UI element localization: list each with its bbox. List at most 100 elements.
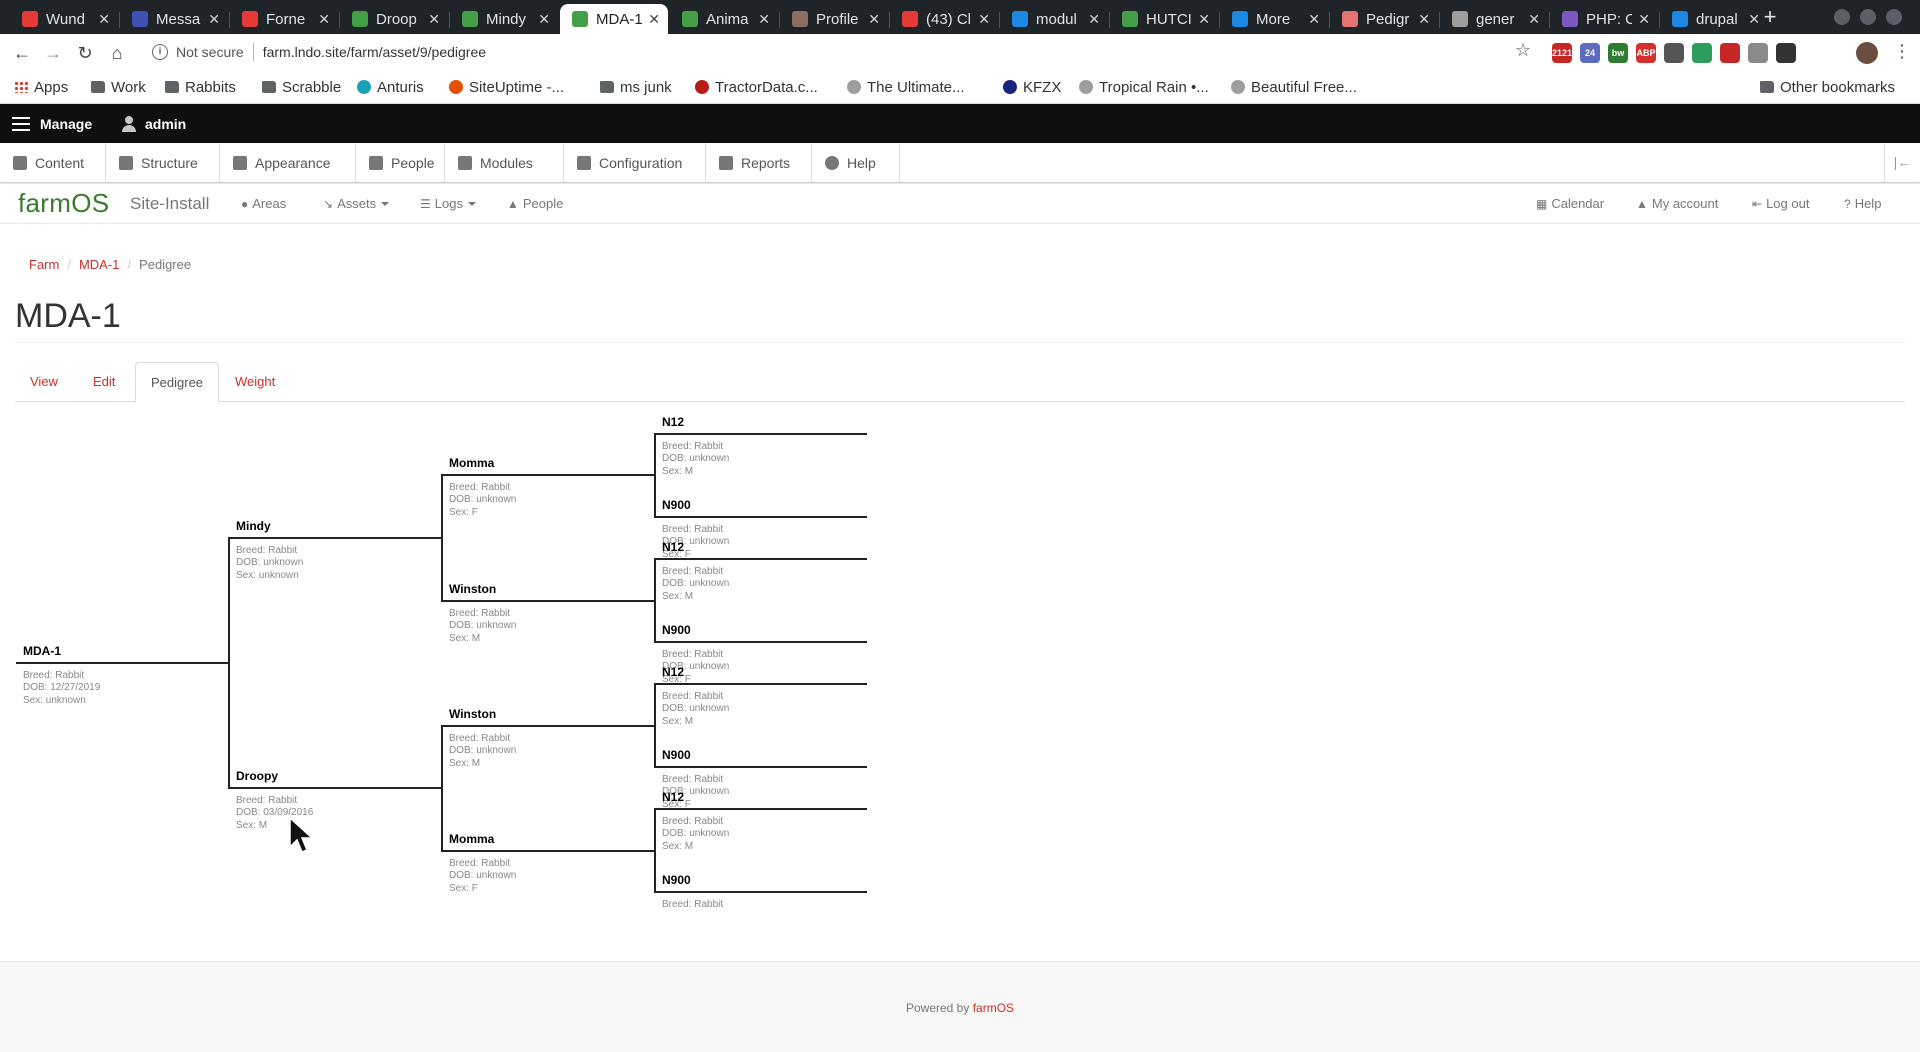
tray-item-help[interactable]: Help [812, 143, 900, 182]
breadcrumb-farm[interactable]: Farm [29, 257, 59, 272]
close-tab-icon[interactable]: ✕ [868, 11, 880, 28]
bookmark-item[interactable]: Tropical Rain •... [1079, 76, 1209, 98]
manage-button[interactable]: Manage [12, 104, 92, 143]
animal-name[interactable]: Winston [449, 707, 496, 721]
bookmark-item[interactable]: Work [91, 76, 146, 98]
home-icon[interactable]: ⌂ [104, 40, 130, 66]
animal-name[interactable]: N900 [662, 498, 691, 512]
nav-my-account[interactable]: ▲ My account [1636, 196, 1718, 211]
browser-tab[interactable]: MDA-1 ✕ [560, 4, 668, 34]
close-tab-icon[interactable]: ✕ [758, 11, 770, 28]
browser-tab[interactable]: gener ✕ [1440, 4, 1548, 34]
close-tab-icon[interactable]: ✕ [1308, 11, 1320, 28]
close-tab-icon[interactable]: ✕ [1198, 11, 1210, 28]
nav-areas[interactable]: ● Areas [241, 196, 286, 211]
animal-name[interactable]: N900 [662, 873, 691, 887]
extension-icon[interactable] [1664, 43, 1684, 63]
tray-item-appearance[interactable]: Appearance [220, 143, 356, 182]
browser-tab[interactable]: modul ✕ [1000, 4, 1108, 34]
animal-name[interactable]: Winston [449, 582, 496, 596]
animal-name[interactable]: N12 [662, 540, 684, 554]
close-tab-icon[interactable]: ✕ [1528, 11, 1540, 28]
reload-icon[interactable]: ↻ [72, 40, 98, 66]
tab-pedigree[interactable]: Pedigree [135, 362, 220, 403]
nav-log-out[interactable]: ⇤ Log out [1752, 196, 1809, 211]
bookmark-item[interactable]: Apps [14, 76, 68, 98]
extension-icon[interactable]: 24 [1580, 43, 1600, 63]
animal-name[interactable]: Mindy [236, 519, 271, 533]
extension-icon[interactable]: ABP [1636, 43, 1656, 63]
animal-name[interactable]: N12 [662, 415, 684, 429]
forward-icon[interactable]: → [40, 40, 66, 66]
nav-assets[interactable]: ↘ Assets [323, 196, 390, 211]
site-info-icon[interactable]: i [152, 44, 168, 60]
browser-tab[interactable]: drupal ✕ [1660, 4, 1768, 34]
browser-tab[interactable]: PHP: C ✕ [1550, 4, 1658, 34]
close-tab-icon[interactable]: ✕ [648, 11, 660, 28]
bookmark-item[interactable]: Anturis [357, 76, 424, 98]
animal-name[interactable]: Momma [449, 456, 494, 470]
close-tab-icon[interactable]: ✕ [428, 11, 440, 28]
animal-name[interactable]: N12 [662, 790, 684, 804]
bookmark-item[interactable]: Other bookmarks [1760, 76, 1895, 98]
browser-tab[interactable]: More ✕ [1220, 4, 1328, 34]
browser-menu-icon[interactable]: ⋮ [1893, 41, 1911, 62]
browser-tab[interactable]: Mindy ✕ [450, 4, 558, 34]
tray-item-structure[interactable]: Structure [106, 143, 220, 182]
profile-avatar[interactable] [1856, 42, 1878, 64]
animal-name[interactable]: Droopy [236, 769, 278, 783]
animal-name[interactable]: MDA-1 [23, 644, 61, 658]
bookmark-item[interactable]: The Ultimate... [847, 76, 965, 98]
new-tab-button[interactable]: + [1758, 4, 1782, 30]
extension-icon[interactable] [1692, 43, 1712, 63]
back-icon[interactable]: ← [9, 40, 35, 66]
browser-tab[interactable]: Anima ✕ [670, 4, 778, 34]
browser-tab[interactable]: (43) Cl ✕ [890, 4, 998, 34]
close-tab-icon[interactable]: ✕ [318, 11, 330, 28]
bookmark-item[interactable]: Beautiful Free... [1231, 76, 1357, 98]
close-tab-icon[interactable]: ✕ [1418, 11, 1430, 28]
bookmark-star-icon[interactable]: ☆ [1515, 40, 1531, 61]
browser-tab[interactable]: Pedigr ✕ [1330, 4, 1438, 34]
extension-icon[interactable] [1720, 43, 1740, 63]
bookmark-item[interactable]: TractorData.c... [695, 76, 818, 98]
url-text[interactable]: farm.lndo.site/farm/asset/9/pedigree [263, 44, 486, 60]
tab-edit[interactable]: Edit [78, 362, 130, 402]
browser-tab[interactable]: Messa ✕ [120, 4, 228, 34]
tray-item-configuration[interactable]: Configuration [564, 143, 706, 182]
nav-logs[interactable]: ☰ Logs [420, 196, 476, 211]
close-tab-icon[interactable]: ✕ [978, 11, 990, 28]
bookmark-item[interactable]: ms junk [600, 76, 672, 98]
tray-orientation-icon[interactable]: |← [1884, 143, 1920, 182]
animal-name[interactable]: Momma [449, 832, 494, 846]
animal-name[interactable]: N900 [662, 748, 691, 762]
address-bar[interactable]: i Not secure farm.lndo.site/farm/asset/9… [140, 38, 1520, 66]
breadcrumb-asset[interactable]: MDA-1 [79, 257, 119, 272]
bookmark-item[interactable]: KFZX [1003, 76, 1061, 98]
extension-icon[interactable] [1748, 43, 1768, 63]
footer-farmos-link[interactable]: farmOS [973, 1001, 1014, 1015]
minimize-window-button[interactable] [1834, 9, 1850, 25]
nav-help[interactable]: ? Help [1844, 196, 1881, 211]
tab-view[interactable]: View [15, 362, 73, 402]
maximize-window-button[interactable] [1860, 9, 1876, 25]
bookmark-item[interactable]: Scrabble [262, 76, 341, 98]
tray-item-modules[interactable]: Modules [445, 143, 564, 182]
admin-user-button[interactable]: admin [122, 104, 186, 143]
extension-icon[interactable]: bw [1608, 43, 1628, 63]
browser-tab[interactable]: HUTCI ✕ [1110, 4, 1218, 34]
tab-weight[interactable]: Weight [220, 362, 290, 402]
browser-tab[interactable]: Profile ✕ [780, 4, 888, 34]
close-tab-icon[interactable]: ✕ [208, 11, 220, 28]
nav-calendar[interactable]: ▦ Calendar [1536, 196, 1604, 211]
site-name[interactable]: Site-Install [130, 194, 209, 214]
bookmark-item[interactable]: Rabbits [165, 76, 236, 98]
nav-people[interactable]: ▲ People [507, 196, 563, 211]
tray-item-reports[interactable]: Reports [706, 143, 812, 182]
close-window-button[interactable] [1886, 9, 1902, 25]
tray-item-people[interactable]: People [356, 143, 445, 182]
browser-tab[interactable]: Forne ✕ [230, 4, 338, 34]
animal-name[interactable]: N12 [662, 665, 684, 679]
close-tab-icon[interactable]: ✕ [1638, 11, 1650, 28]
bookmark-item[interactable]: SiteUptime -... [449, 76, 564, 98]
